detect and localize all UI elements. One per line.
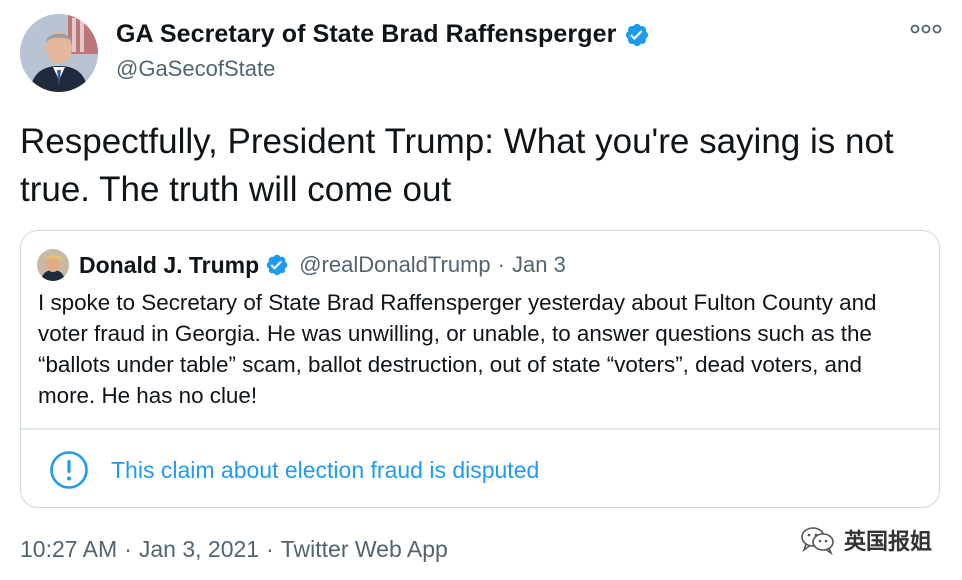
metadata-separator: · <box>124 536 132 562</box>
author-avatar[interactable] <box>20 14 98 92</box>
tweet-text: Respectfully, President Trump: What you'… <box>20 122 894 209</box>
tweet-metadata: 10:27 AM · Jan 3, 2021 · Twitter Web App <box>20 536 448 563</box>
watermark: 英国报姐 <box>800 524 932 556</box>
tweet-time[interactable]: 10:27 AM <box>20 536 117 563</box>
more-options-icon[interactable] <box>910 20 942 38</box>
tweet-date[interactable]: Jan 3, 2021 <box>139 536 259 563</box>
wechat-icon <box>800 525 836 556</box>
quoted-display-name[interactable]: Donald J. Trump <box>79 252 259 279</box>
quoted-date[interactable]: Jan 3 <box>512 252 566 278</box>
disputed-claim-label[interactable]: This claim about election fraud is dispu… <box>111 457 539 484</box>
quoted-separator: · <box>497 252 505 277</box>
tweet-header: GA Secretary of State Brad Raffensperger… <box>20 14 942 94</box>
watermark-label: 英国报姐 <box>843 529 932 554</box>
quoted-handle[interactable]: @realDonaldTrump <box>299 252 490 278</box>
metadata-separator: · <box>266 536 274 562</box>
verified-badge-icon <box>265 253 289 277</box>
author-display-name[interactable]: GA Secretary of State Brad Raffensperger <box>116 20 616 49</box>
verified-badge-icon <box>624 22 650 48</box>
quoted-tweet-header: Donald J. Trump @realDonaldTrump · Jan 3 <box>37 249 566 281</box>
tweet-source[interactable]: Twitter Web App <box>281 536 448 563</box>
exclamation-circle-icon <box>49 450 89 490</box>
quoted-author-avatar <box>37 249 69 281</box>
quoted-divider <box>21 428 939 430</box>
author-handle[interactable]: @GaSecofState <box>116 56 275 82</box>
quoted-tweet-text: I spoke to Secretary of State Brad Raffe… <box>38 290 877 408</box>
quoted-tweet-card[interactable]: Donald J. Trump @realDonaldTrump · Jan 3… <box>20 230 940 508</box>
disputed-claim-notice[interactable]: This claim about election fraud is dispu… <box>49 450 539 490</box>
author-name-row: GA Secretary of State Brad Raffensperger <box>116 20 650 49</box>
